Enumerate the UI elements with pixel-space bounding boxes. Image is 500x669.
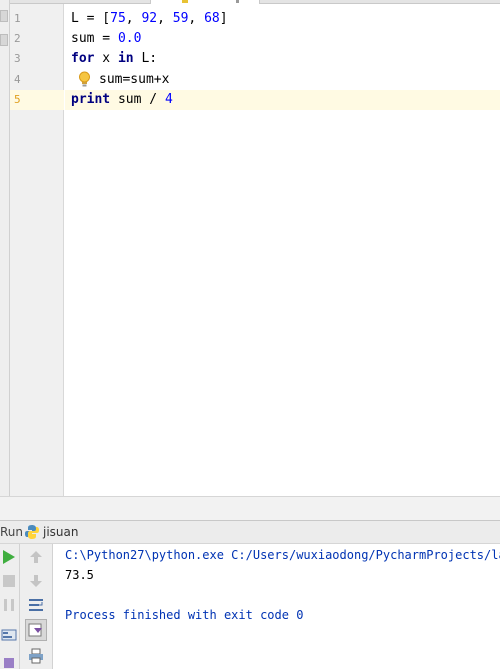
- code-editor[interactable]: L = [75, 92, 59, 68] sum = 0.0 for x in …: [65, 4, 500, 496]
- line-number: 2: [14, 32, 21, 45]
- code-token-num: 92: [141, 11, 158, 26]
- print-icon[interactable]: [28, 648, 44, 664]
- code-line-1[interactable]: L = [75, 92, 59, 68]: [71, 9, 228, 29]
- code-line-5[interactable]: print sum / 4: [71, 90, 173, 110]
- code-token-plain: ,: [125, 11, 142, 26]
- code-token-plain: L = [: [71, 11, 111, 26]
- code-token-kw: for: [71, 51, 95, 66]
- arrow-down-icon[interactable]: [28, 573, 44, 589]
- code-line-2[interactable]: sum = 0.0: [71, 29, 141, 49]
- arrow-up-icon[interactable]: [28, 549, 44, 565]
- debug-icon[interactable]: [1, 655, 17, 669]
- line-number: 1: [14, 12, 21, 25]
- editor-bottom-area: [0, 496, 500, 520]
- layout-icon[interactable]: [1, 627, 17, 643]
- code-token-plain: ,: [157, 11, 173, 26]
- stop-icon[interactable]: [1, 573, 17, 589]
- console-command-line: C:\Python27\python.exe C:/Users/wuxiaodo…: [65, 548, 500, 562]
- tab-close-icon[interactable]: [236, 0, 239, 3]
- run-toolbar-primary: [0, 544, 20, 669]
- code-token-plain: sum=sum+x: [99, 72, 170, 87]
- code-token-num: 75: [110, 11, 126, 26]
- code-token-plain: sum =: [71, 31, 118, 46]
- scroll-to-end-icon: [28, 623, 42, 637]
- run-icon[interactable]: [1, 549, 17, 565]
- code-token-plain: x: [94, 51, 118, 66]
- scroll-to-end-toggle[interactable]: [25, 619, 47, 641]
- code-token-plain: ,: [188, 11, 205, 26]
- pause-icon[interactable]: [1, 597, 17, 613]
- run-panel-title: Run: [0, 525, 24, 539]
- code-token-num: 0.0: [117, 31, 142, 46]
- console-output-line: 73.5: [65, 568, 94, 582]
- console-exit-line: Process finished with exit code 0: [65, 608, 304, 622]
- run-toolbar-secondary: [20, 544, 53, 669]
- soft-wrap-icon[interactable]: [28, 597, 44, 613]
- code-token-plain: L:: [133, 51, 158, 66]
- line-number: 3: [14, 52, 21, 65]
- code-token-num: 68: [204, 11, 220, 26]
- code-line-4[interactable]: sum=sum+x: [99, 70, 169, 90]
- code-token-plain: ]: [219, 11, 228, 26]
- run-panel-header: Run jisuan: [0, 520, 500, 544]
- code-token-num: 4: [164, 92, 173, 107]
- code-token-kw: print: [71, 92, 111, 107]
- code-token-plain: sum /: [110, 92, 165, 107]
- code-token-num: 59: [172, 11, 189, 26]
- tool-window-button[interactable]: [0, 10, 8, 22]
- code-token-kw: in: [117, 51, 134, 66]
- lightbulb-icon[interactable]: [78, 71, 91, 88]
- python-file-icon: [182, 0, 188, 3]
- tool-window-button[interactable]: [0, 34, 8, 46]
- line-number: 4: [14, 73, 21, 86]
- code-line-3[interactable]: for x in L:: [71, 49, 157, 69]
- python-icon: [25, 525, 39, 539]
- run-config-name[interactable]: jisuan: [43, 525, 78, 539]
- line-number-current: 5: [14, 93, 21, 106]
- left-tool-strip: [0, 0, 10, 520]
- run-console-output[interactable]: C:\Python27\python.exe C:/Users/wuxiaodo…: [53, 544, 500, 669]
- line-number-gutter: 1 2 3 4 5: [10, 4, 64, 496]
